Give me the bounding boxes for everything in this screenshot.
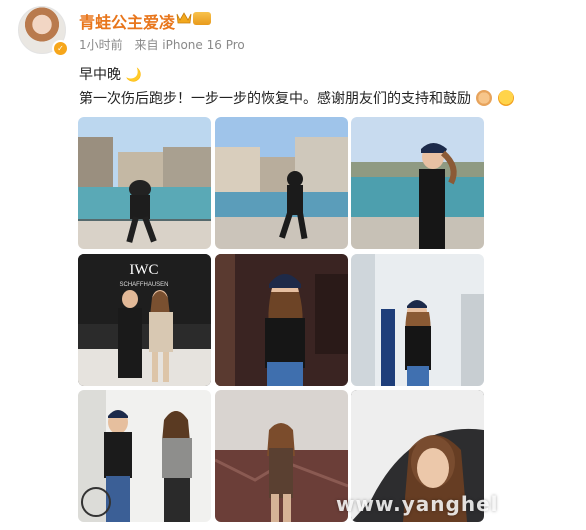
post-text-line2-label: 第一次伤后跑步！一步一步的恢复中。感谢朋友们的支持和鼓励 xyxy=(79,91,471,107)
photo-portrait-red-cap[interactable] xyxy=(215,254,348,386)
moon-icon: 🌙 xyxy=(125,68,142,83)
post-meta: 1小时前 来自 iPhone 16 Pro xyxy=(79,36,253,53)
photo-speaking-stage[interactable] xyxy=(351,254,484,386)
crown-icon xyxy=(176,12,192,24)
photo-running-river-2[interactable] xyxy=(215,117,348,249)
photo-grid: IWC SCHAFFHAUSEN xyxy=(78,117,484,527)
photo-stretching-river[interactable] xyxy=(351,117,484,249)
post-text-line1-label: 早中晚 xyxy=(79,67,121,83)
photo-conversation[interactable] xyxy=(78,390,211,522)
post-text-line2: 第一次伤后跑步！一步一步的恢复中。感谢朋友们的支持和鼓励 xyxy=(79,88,514,108)
username[interactable]: 青蛙公主爱凌 xyxy=(79,9,175,33)
post-time: 1小时前 xyxy=(79,38,123,52)
photo-iwc-event[interactable]: IWC SCHAFFHAUSEN xyxy=(78,254,211,386)
iwc-sign-text: IWC xyxy=(129,262,158,278)
watermark: www.yanghel xyxy=(336,492,499,516)
level-badge xyxy=(193,12,211,25)
post-source: 来自 iPhone 16 Pro xyxy=(134,38,245,52)
photo-marble-wall[interactable] xyxy=(215,390,348,522)
iwc-sign-sub: SCHAFFHAUSEN xyxy=(119,282,168,288)
post-text-line1: 早中晚 🌙 xyxy=(79,64,142,84)
photo-running-river-1[interactable] xyxy=(78,117,211,249)
folded-hands-emoji-icon xyxy=(476,90,493,106)
verified-badge-icon: ✓ xyxy=(52,40,69,57)
kiss-face-emoji-icon xyxy=(497,90,514,106)
